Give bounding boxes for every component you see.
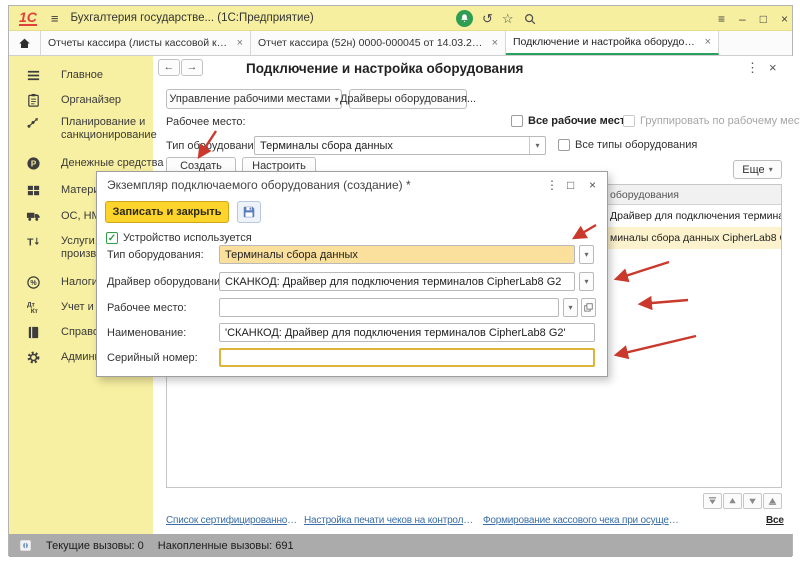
accumulated-calls: Накопленные вызовы: 691 bbox=[158, 540, 294, 552]
workplace-field[interactable] bbox=[219, 298, 559, 317]
materials-icon bbox=[26, 183, 41, 198]
status-bar: Текущие вызовы: 0 Накопленные вызовы: 69… bbox=[9, 534, 792, 557]
planning-icon bbox=[26, 115, 41, 130]
close-tab-icon[interactable]: × bbox=[492, 37, 498, 49]
close-tab-icon[interactable]: × bbox=[705, 36, 711, 48]
sidebar-item-planning[interactable]: Планирование исанкционирование bbox=[9, 115, 153, 153]
main-menu-icon[interactable]: ≡ bbox=[51, 11, 59, 26]
gear-icon bbox=[26, 350, 41, 365]
svg-text:Т: Т bbox=[27, 237, 34, 248]
dialog-maximize-icon[interactable]: □ bbox=[567, 178, 574, 192]
serial-field-label: Серийный номер: bbox=[107, 352, 198, 364]
page-more-icon[interactable]: ⋮ bbox=[746, 60, 759, 76]
go-last-row-icon[interactable] bbox=[763, 493, 782, 509]
workplace-field-label: Рабочее место: bbox=[107, 302, 187, 314]
row-up-icon[interactable] bbox=[723, 493, 742, 509]
svg-text:%: % bbox=[30, 280, 37, 287]
row-down-icon[interactable] bbox=[743, 493, 762, 509]
home-icon bbox=[18, 37, 31, 50]
maximize-icon[interactable]: □ bbox=[760, 12, 767, 26]
type-field[interactable]: Терминалы сбора данных bbox=[219, 245, 575, 264]
all-workplaces-checkbox[interactable] bbox=[511, 115, 523, 127]
dialog-title: Экземпляр подключаемого оборудования (со… bbox=[107, 178, 411, 192]
chevron-down-icon: ▾ bbox=[335, 95, 339, 104]
equipment-type-select[interactable]: Терминалы сбора данных ▾ bbox=[254, 136, 546, 155]
page-close-icon[interactable]: × bbox=[769, 60, 777, 75]
window-menu-icon[interactable]: ≡ bbox=[718, 12, 725, 26]
truck-icon bbox=[26, 209, 41, 224]
app-window: 1С ≡ Бухгалтерия государстве... (1С:Пред… bbox=[8, 5, 793, 556]
device-used-checkbox[interactable]: ✓ bbox=[106, 232, 118, 244]
device-used-label: Устройство используется bbox=[123, 232, 252, 244]
calls-icon bbox=[19, 539, 32, 552]
name-field-label: Наименование: bbox=[107, 327, 186, 339]
home-tab[interactable] bbox=[9, 31, 41, 55]
chevron-down-icon[interactable]: ▾ bbox=[529, 137, 545, 154]
history-icon[interactable]: ↺ bbox=[482, 11, 493, 27]
tab-bar: Отчеты кассира (листы кассовой книги) × … bbox=[9, 31, 792, 56]
minimize-icon[interactable]: – bbox=[739, 12, 746, 26]
save-and-close-button[interactable]: Записать и закрыть bbox=[105, 201, 229, 223]
go-first-row-icon[interactable] bbox=[703, 493, 722, 509]
type-field-label: Тип оборудования: bbox=[107, 249, 204, 261]
more-button[interactable]: Еще ▾ bbox=[733, 160, 782, 179]
dialog-more-icon[interactable]: ⋮ bbox=[546, 178, 558, 192]
app-title: Бухгалтерия государстве... (1С:Предприят… bbox=[71, 12, 314, 24]
1c-logo: 1С bbox=[19, 11, 37, 26]
notifications-icon[interactable] bbox=[456, 10, 473, 27]
type-dropdown-icon[interactable]: ▾ bbox=[579, 245, 594, 264]
forward-button[interactable]: → bbox=[181, 59, 203, 76]
equipment-drivers-button[interactable]: Драйверы оборудования... bbox=[349, 89, 467, 109]
driver-field[interactable]: СКАНКОД: Драйвер для подключения термина… bbox=[219, 272, 575, 291]
search-icon[interactable] bbox=[523, 12, 537, 26]
titlebar: 1С ≡ Бухгалтерия государстве... (1С:Пред… bbox=[9, 6, 792, 31]
chevron-down-icon: ▾ bbox=[769, 165, 773, 174]
accounting-icon: ДтКт bbox=[26, 300, 41, 315]
serial-number-field[interactable] bbox=[219, 348, 595, 367]
floppy-icon bbox=[242, 205, 256, 219]
workplace-dropdown-icon[interactable]: ▾ bbox=[563, 298, 578, 317]
driver-field-label: Драйвер оборудования: bbox=[107, 276, 229, 288]
svg-text:P: P bbox=[31, 159, 37, 168]
tab-cashier-report-document[interactable]: Отчет кассира (52н) 0000-000045 от 14.03… bbox=[251, 31, 506, 55]
all-types-label: Все типы оборудования bbox=[575, 139, 697, 151]
link-certified-equipment[interactable]: Список сертифицированного о... bbox=[166, 515, 298, 526]
organizer-icon bbox=[26, 93, 41, 108]
save-button[interactable] bbox=[237, 201, 261, 223]
tab-cashier-reports[interactable]: Отчеты кассира (листы кассовой книги) × bbox=[41, 31, 251, 55]
link-cash-receipt-generation[interactable]: Формирование кассового чека при осуществ… bbox=[483, 515, 679, 526]
workplace-open-icon[interactable] bbox=[581, 298, 596, 317]
sidebar-item-main[interactable]: Главное bbox=[9, 68, 153, 94]
dialog-close-icon[interactable]: × bbox=[589, 178, 596, 192]
back-button[interactable]: ← bbox=[158, 59, 180, 76]
all-types-checkbox[interactable] bbox=[558, 139, 570, 151]
tab-equipment-settings[interactable]: Подключение и настройка оборудования × bbox=[506, 31, 719, 55]
taxes-icon: % bbox=[26, 275, 41, 290]
favorites-star-icon[interactable]: ☆ bbox=[502, 11, 514, 27]
group-by-workplace-checkbox bbox=[623, 115, 635, 127]
link-receipt-print-setup[interactable]: Настройка печати чеков на контрольно-к..… bbox=[304, 515, 476, 526]
close-tab-icon[interactable]: × bbox=[237, 37, 243, 49]
money-icon: P bbox=[26, 156, 41, 171]
hamburger-icon bbox=[26, 68, 41, 83]
link-all[interactable]: Все bbox=[766, 515, 784, 526]
page-title: Подключение и настройка оборудования bbox=[246, 61, 523, 76]
equipment-type-label: Тип оборудования: bbox=[166, 140, 263, 152]
svg-text:Кт: Кт bbox=[31, 308, 39, 315]
equipment-instance-dialog: Экземпляр подключаемого оборудования (со… bbox=[96, 171, 608, 377]
book-icon bbox=[26, 325, 41, 340]
manage-workplaces-button[interactable]: Управление рабочими местами ▾ bbox=[166, 89, 342, 109]
name-field[interactable]: 'СКАНКОД: Драйвер для подключения термин… bbox=[219, 323, 595, 342]
services-icon: Т bbox=[26, 234, 41, 249]
current-calls: Текущие вызовы: 0 bbox=[46, 540, 144, 552]
close-window-icon[interactable]: × bbox=[781, 12, 788, 26]
workplace-label: Рабочее место: bbox=[166, 116, 246, 128]
driver-dropdown-icon[interactable]: ▾ bbox=[579, 272, 594, 291]
group-by-workplace-label: Группировать по рабочему месту bbox=[640, 115, 800, 127]
all-workplaces-label: Все рабочие места bbox=[528, 115, 631, 127]
